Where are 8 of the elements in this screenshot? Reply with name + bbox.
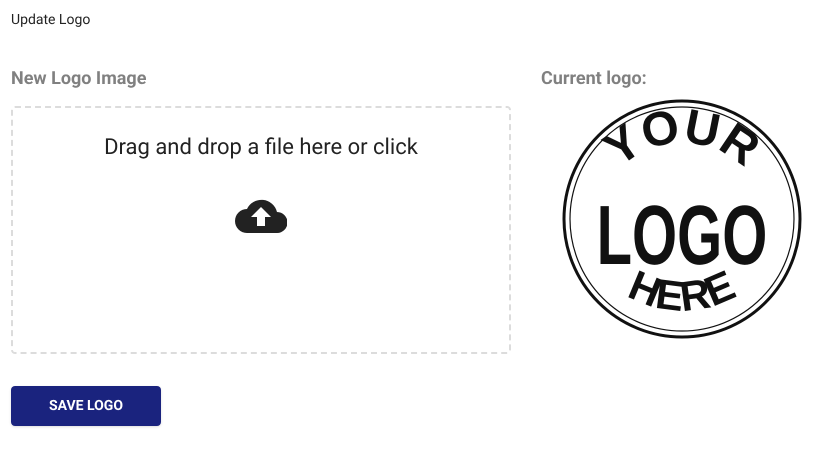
upload-cloud-icon [235,199,287,233]
dropzone[interactable]: Drag and drop a file here or click [11,106,511,354]
save-logo-button[interactable]: SAVE LOGO [11,386,161,426]
section-label: Current logo: [541,67,647,91]
page-title: Update Logo [11,11,90,30]
dropzone-prompt: Drag and drop a file here or click [104,134,418,162]
section-label: New Logo Image [11,67,146,91]
logo-image: YOUR LOGO HERE [561,98,803,340]
